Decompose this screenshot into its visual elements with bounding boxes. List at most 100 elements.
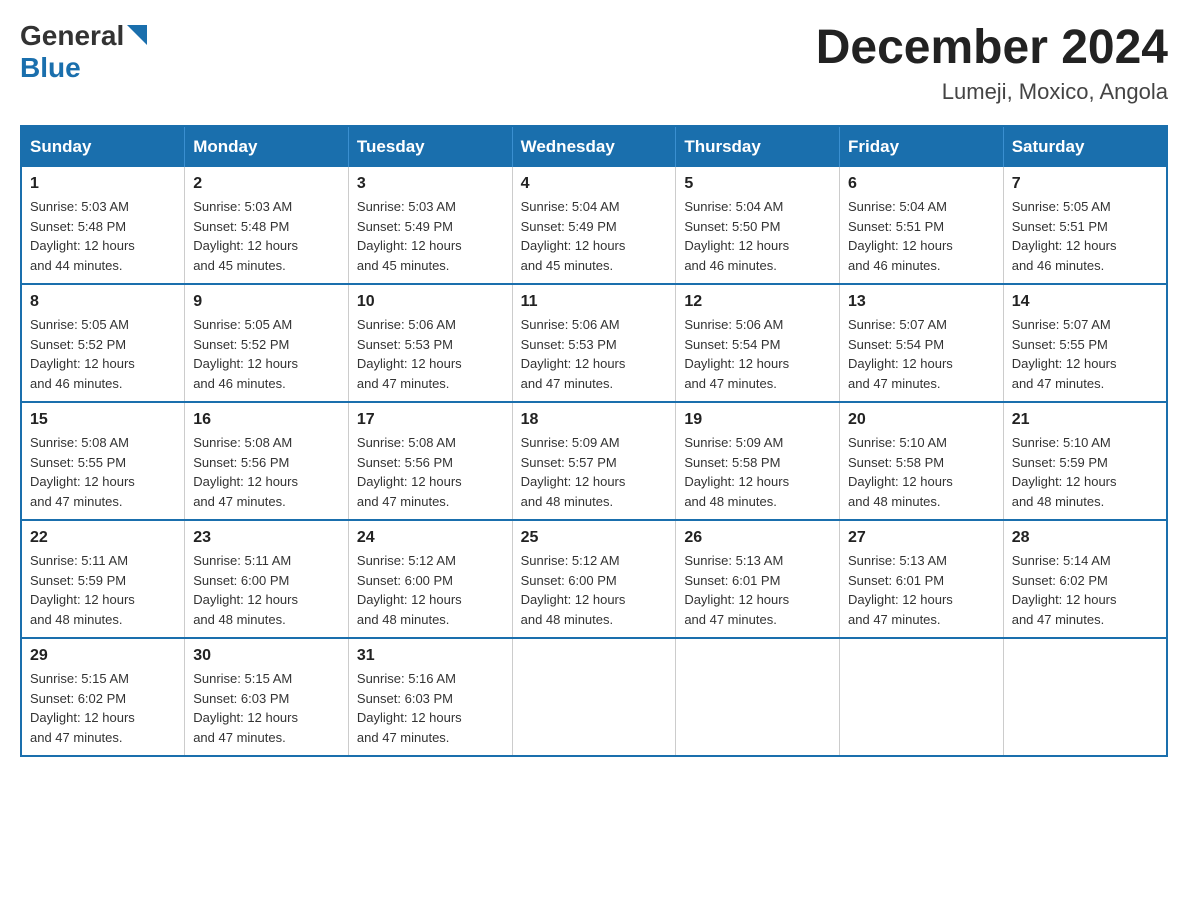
day-number: 31 <box>357 647 504 665</box>
month-title: December 2024 <box>816 20 1168 75</box>
day-number: 8 <box>30 293 176 311</box>
day-info: Sunrise: 5:08 AM Sunset: 5:55 PM Dayligh… <box>30 433 176 511</box>
calendar-week-row-5: 29 Sunrise: 5:15 AM Sunset: 6:02 PM Dayl… <box>21 638 1167 756</box>
day-number: 17 <box>357 411 504 429</box>
weekday-header-wednesday: Wednesday <box>512 126 676 167</box>
day-info: Sunrise: 5:10 AM Sunset: 5:58 PM Dayligh… <box>848 433 995 511</box>
day-number: 13 <box>848 293 995 311</box>
calendar-cell: 19 Sunrise: 5:09 AM Sunset: 5:58 PM Dayl… <box>676 402 840 520</box>
calendar-cell <box>840 638 1004 756</box>
day-number: 16 <box>193 411 340 429</box>
weekday-header-thursday: Thursday <box>676 126 840 167</box>
day-number: 3 <box>357 175 504 193</box>
title-section: December 2024 Lumeji, Moxico, Angola <box>816 20 1168 105</box>
calendar-cell: 28 Sunrise: 5:14 AM Sunset: 6:02 PM Dayl… <box>1003 520 1167 638</box>
day-info: Sunrise: 5:03 AM Sunset: 5:48 PM Dayligh… <box>30 197 176 275</box>
weekday-header-monday: Monday <box>185 126 349 167</box>
day-number: 18 <box>521 411 668 429</box>
day-number: 6 <box>848 175 995 193</box>
day-number: 21 <box>1012 411 1158 429</box>
day-info: Sunrise: 5:14 AM Sunset: 6:02 PM Dayligh… <box>1012 551 1158 629</box>
calendar-cell: 22 Sunrise: 5:11 AM Sunset: 5:59 PM Dayl… <box>21 520 185 638</box>
weekday-header-saturday: Saturday <box>1003 126 1167 167</box>
day-info: Sunrise: 5:09 AM Sunset: 5:58 PM Dayligh… <box>684 433 831 511</box>
day-info: Sunrise: 5:11 AM Sunset: 6:00 PM Dayligh… <box>193 551 340 629</box>
calendar-cell: 7 Sunrise: 5:05 AM Sunset: 5:51 PM Dayli… <box>1003 167 1167 284</box>
day-info: Sunrise: 5:11 AM Sunset: 5:59 PM Dayligh… <box>30 551 176 629</box>
calendar-cell: 16 Sunrise: 5:08 AM Sunset: 5:56 PM Dayl… <box>185 402 349 520</box>
calendar-cell: 11 Sunrise: 5:06 AM Sunset: 5:53 PM Dayl… <box>512 284 676 402</box>
day-info: Sunrise: 5:06 AM Sunset: 5:54 PM Dayligh… <box>684 315 831 393</box>
day-number: 30 <box>193 647 340 665</box>
calendar-cell: 12 Sunrise: 5:06 AM Sunset: 5:54 PM Dayl… <box>676 284 840 402</box>
logo-blue-text: Blue <box>20 52 147 84</box>
day-number: 26 <box>684 529 831 547</box>
calendar-cell: 17 Sunrise: 5:08 AM Sunset: 5:56 PM Dayl… <box>348 402 512 520</box>
day-info: Sunrise: 5:12 AM Sunset: 6:00 PM Dayligh… <box>357 551 504 629</box>
calendar-cell: 23 Sunrise: 5:11 AM Sunset: 6:00 PM Dayl… <box>185 520 349 638</box>
day-number: 12 <box>684 293 831 311</box>
day-info: Sunrise: 5:04 AM Sunset: 5:51 PM Dayligh… <box>848 197 995 275</box>
calendar-table: SundayMondayTuesdayWednesdayThursdayFrid… <box>20 125 1168 757</box>
day-number: 2 <box>193 175 340 193</box>
day-info: Sunrise: 5:04 AM Sunset: 5:50 PM Dayligh… <box>684 197 831 275</box>
day-info: Sunrise: 5:06 AM Sunset: 5:53 PM Dayligh… <box>357 315 504 393</box>
calendar-cell: 2 Sunrise: 5:03 AM Sunset: 5:48 PM Dayli… <box>185 167 349 284</box>
calendar-cell: 24 Sunrise: 5:12 AM Sunset: 6:00 PM Dayl… <box>348 520 512 638</box>
day-number: 10 <box>357 293 504 311</box>
logo-blue-label: Blue <box>20 52 81 83</box>
calendar-cell: 14 Sunrise: 5:07 AM Sunset: 5:55 PM Dayl… <box>1003 284 1167 402</box>
calendar-cell: 1 Sunrise: 5:03 AM Sunset: 5:48 PM Dayli… <box>21 167 185 284</box>
day-number: 5 <box>684 175 831 193</box>
weekday-header-row: SundayMondayTuesdayWednesdayThursdayFrid… <box>21 126 1167 167</box>
day-info: Sunrise: 5:08 AM Sunset: 5:56 PM Dayligh… <box>193 433 340 511</box>
logo-triangle-icon <box>127 25 147 45</box>
calendar-cell <box>1003 638 1167 756</box>
calendar-cell: 26 Sunrise: 5:13 AM Sunset: 6:01 PM Dayl… <box>676 520 840 638</box>
day-number: 4 <box>521 175 668 193</box>
day-number: 1 <box>30 175 176 193</box>
day-info: Sunrise: 5:13 AM Sunset: 6:01 PM Dayligh… <box>684 551 831 629</box>
weekday-header-friday: Friday <box>840 126 1004 167</box>
day-info: Sunrise: 5:07 AM Sunset: 5:55 PM Dayligh… <box>1012 315 1158 393</box>
logo-general-text: General <box>20 20 124 52</box>
calendar-cell: 8 Sunrise: 5:05 AM Sunset: 5:52 PM Dayli… <box>21 284 185 402</box>
calendar-cell: 9 Sunrise: 5:05 AM Sunset: 5:52 PM Dayli… <box>185 284 349 402</box>
day-info: Sunrise: 5:05 AM Sunset: 5:52 PM Dayligh… <box>30 315 176 393</box>
day-number: 9 <box>193 293 340 311</box>
day-info: Sunrise: 5:13 AM Sunset: 6:01 PM Dayligh… <box>848 551 995 629</box>
day-info: Sunrise: 5:12 AM Sunset: 6:00 PM Dayligh… <box>521 551 668 629</box>
weekday-header-sunday: Sunday <box>21 126 185 167</box>
calendar-cell: 5 Sunrise: 5:04 AM Sunset: 5:50 PM Dayli… <box>676 167 840 284</box>
calendar-cell: 25 Sunrise: 5:12 AM Sunset: 6:00 PM Dayl… <box>512 520 676 638</box>
day-number: 29 <box>30 647 176 665</box>
day-number: 11 <box>521 293 668 311</box>
calendar-cell <box>676 638 840 756</box>
calendar-cell: 27 Sunrise: 5:13 AM Sunset: 6:01 PM Dayl… <box>840 520 1004 638</box>
calendar-cell: 21 Sunrise: 5:10 AM Sunset: 5:59 PM Dayl… <box>1003 402 1167 520</box>
day-number: 20 <box>848 411 995 429</box>
calendar-cell: 10 Sunrise: 5:06 AM Sunset: 5:53 PM Dayl… <box>348 284 512 402</box>
day-info: Sunrise: 5:10 AM Sunset: 5:59 PM Dayligh… <box>1012 433 1158 511</box>
calendar-cell: 29 Sunrise: 5:15 AM Sunset: 6:02 PM Dayl… <box>21 638 185 756</box>
calendar-cell: 30 Sunrise: 5:15 AM Sunset: 6:03 PM Dayl… <box>185 638 349 756</box>
calendar-week-row-3: 15 Sunrise: 5:08 AM Sunset: 5:55 PM Dayl… <box>21 402 1167 520</box>
day-info: Sunrise: 5:03 AM Sunset: 5:49 PM Dayligh… <box>357 197 504 275</box>
day-number: 14 <box>1012 293 1158 311</box>
day-info: Sunrise: 5:09 AM Sunset: 5:57 PM Dayligh… <box>521 433 668 511</box>
day-info: Sunrise: 5:04 AM Sunset: 5:49 PM Dayligh… <box>521 197 668 275</box>
weekday-header-tuesday: Tuesday <box>348 126 512 167</box>
day-info: Sunrise: 5:15 AM Sunset: 6:02 PM Dayligh… <box>30 669 176 747</box>
day-number: 7 <box>1012 175 1158 193</box>
day-number: 15 <box>30 411 176 429</box>
day-number: 27 <box>848 529 995 547</box>
day-info: Sunrise: 5:16 AM Sunset: 6:03 PM Dayligh… <box>357 669 504 747</box>
logo-wrapper: General Blue <box>20 20 147 84</box>
day-info: Sunrise: 5:15 AM Sunset: 6:03 PM Dayligh… <box>193 669 340 747</box>
calendar-cell: 6 Sunrise: 5:04 AM Sunset: 5:51 PM Dayli… <box>840 167 1004 284</box>
page-header: General Blue December 2024 Lumeji, Moxic… <box>20 20 1168 105</box>
calendar-cell: 4 Sunrise: 5:04 AM Sunset: 5:49 PM Dayli… <box>512 167 676 284</box>
calendar-cell: 31 Sunrise: 5:16 AM Sunset: 6:03 PM Dayl… <box>348 638 512 756</box>
logo-line1: General <box>20 20 147 52</box>
calendar-cell <box>512 638 676 756</box>
